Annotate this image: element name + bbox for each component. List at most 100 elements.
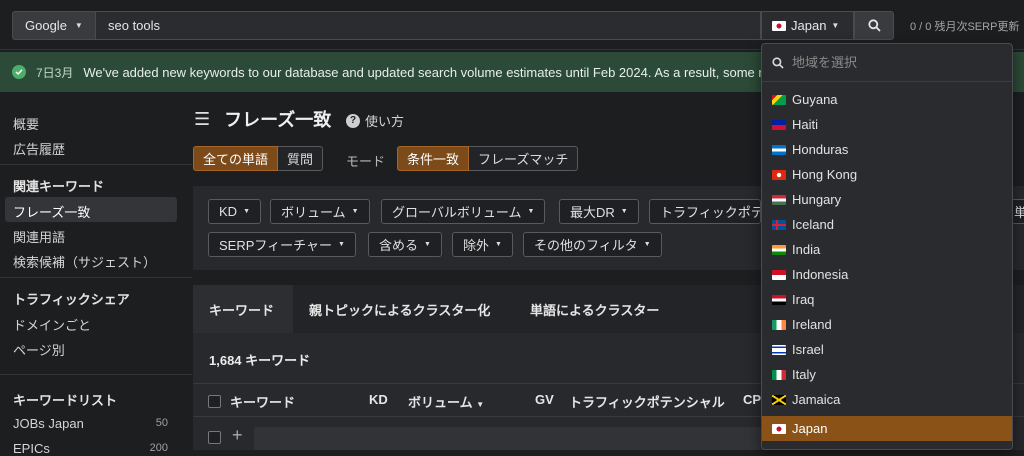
chevron-down-icon: ▼ — [243, 208, 250, 215]
filter-more-button[interactable]: その他のフィルタ ▼ — [523, 232, 662, 257]
keyword-search-input[interactable] — [96, 11, 761, 40]
country-option-label: Italy — [792, 367, 816, 382]
country-option-label: Haiti — [792, 117, 819, 132]
search-icon — [772, 56, 784, 69]
country-option-label: Iceland — [792, 217, 834, 232]
select-all-checkbox[interactable] — [208, 395, 221, 408]
column-kd[interactable]: KD — [369, 392, 388, 407]
country-option-label: India — [792, 242, 821, 257]
question-circle-icon: ? — [346, 113, 360, 128]
country-select[interactable]: Japan ▼ — [761, 11, 854, 40]
sidebar-item-by-page[interactable]: ページ別 — [13, 340, 65, 359]
sidebar-item-overview[interactable]: 概要 — [13, 114, 39, 133]
sidebar-item-related-terms[interactable]: 関連用語 — [13, 227, 65, 246]
filter-traffic-potential-button[interactable]: トラフィックポテンシャル — [649, 199, 761, 224]
column-volume[interactable]: ボリューム ▼ — [408, 392, 484, 411]
filter-label: 最大DR — [570, 205, 615, 220]
sidebar-item-ad-history[interactable]: 広告履歴 — [13, 139, 65, 158]
column-cpc[interactable]: CP — [743, 392, 761, 407]
row-checkbox[interactable] — [208, 431, 221, 444]
page-title: フレーズ一致 — [224, 110, 332, 130]
iraq-flag-icon — [772, 294, 786, 305]
israel-flag-icon — [772, 344, 786, 355]
country-option-iraq[interactable]: Iraq — [762, 287, 1012, 312]
filter-label: 除外 — [463, 238, 490, 253]
sidebar-divider — [0, 374, 192, 375]
filter-include-button[interactable]: 含める ▼ — [368, 232, 442, 257]
country-search-input[interactable] — [792, 55, 992, 70]
list-count: 50 — [155, 417, 168, 429]
sidebar-item-list-epics[interactable]: EPICs — [13, 441, 50, 456]
country-option-ireland[interactable]: Ireland — [762, 312, 1012, 337]
filter-label: 単 — [1014, 202, 1024, 221]
list-count: 200 — [149, 442, 168, 454]
mode-phrase-match[interactable]: フレーズマッチ — [469, 146, 579, 171]
sidebar-item-suggestions[interactable]: 検索候補（サジェスト） — [13, 252, 156, 271]
sidebar-section-traffic-share: トラフィックシェア — [13, 292, 130, 307]
tab-parent-topic-clusters[interactable]: 親トピックによるクラスター化 — [309, 285, 490, 333]
india-flag-icon — [772, 244, 786, 255]
how-to-link[interactable]: ? 使い方 — [346, 111, 404, 130]
column-gv[interactable]: GV — [535, 392, 554, 407]
chevron-down-icon: ▼ — [527, 208, 535, 215]
filter-kd-button[interactable]: KD ▼ — [208, 199, 261, 224]
filter-exclude-button[interactable]: 除外 ▼ — [452, 232, 513, 257]
country-option-jamaica[interactable]: Jamaica — [762, 387, 1012, 412]
column-traffic-potential[interactable]: トラフィックポテンシャル — [569, 392, 725, 411]
chevron-down-icon: ▼ — [495, 241, 502, 248]
sidebar-item-phrase-match[interactable]: フレーズ一致 — [13, 202, 90, 221]
honduras-flag-icon — [772, 144, 786, 155]
search-button[interactable] — [854, 11, 894, 40]
filter-global-volume-button[interactable]: グローバルボリューム ▼ — [381, 199, 546, 224]
country-option-label: Iraq — [792, 292, 815, 307]
filter-max-dr-button[interactable]: 最大DR ▼ — [559, 199, 639, 224]
country-option-iceland[interactable]: Iceland — [762, 212, 1012, 237]
add-icon[interactable]: + — [232, 425, 243, 446]
country-option-guyana[interactable]: Guyana — [762, 87, 1012, 112]
search-engine-label: Google — [25, 18, 67, 33]
country-option-label: Ireland — [792, 317, 832, 332]
country-option-label: Guyana — [792, 92, 838, 107]
add-keyword-input[interactable] — [254, 427, 784, 450]
sidebar-section-related-keywords: 関連キーワード — [13, 179, 105, 194]
country-option-label: Hungary — [792, 192, 842, 207]
country-option-indonesia[interactable]: Indonesia — [762, 262, 1012, 287]
country-option-israel[interactable]: Israel — [762, 337, 1012, 362]
sidebar-item-by-domain[interactable]: ドメインごと — [13, 315, 91, 334]
mode-label: モード — [346, 154, 386, 169]
chevron-down-icon: ▼ — [831, 21, 840, 30]
country-option-hungary[interactable]: Hungary — [762, 187, 1012, 212]
country-option-india[interactable]: India — [762, 237, 1012, 262]
italy-flag-icon — [772, 369, 786, 380]
country-option-label: Israel — [792, 342, 824, 357]
word-filter-toggle: 全ての単語 質問 — [193, 146, 324, 171]
country-option-italy[interactable]: Italy — [762, 362, 1012, 387]
filter-serp-features-button[interactable]: SERPフィーチャー ▼ — [208, 232, 356, 257]
iceland-flag-icon — [772, 219, 786, 230]
country-option-hong-kong[interactable]: Hong Kong — [762, 162, 1012, 187]
column-keyword[interactable]: キーワード — [230, 392, 295, 411]
filter-all-words[interactable]: 全ての単語 — [193, 146, 279, 171]
ireland-flag-icon — [772, 319, 786, 330]
country-option-haiti[interactable]: Haiti — [762, 112, 1012, 137]
mode-exact-match[interactable]: 条件一致 — [397, 146, 470, 171]
tab-keywords[interactable]: キーワード — [193, 285, 293, 333]
country-option-label: Hong Kong — [792, 167, 858, 182]
sidebar-item-list-jobs-japan[interactable]: JOBs Japan — [13, 416, 84, 431]
country-option-japan[interactable]: Japan — [762, 416, 1012, 441]
search-engine-select[interactable]: Google ▼ — [12, 11, 96, 40]
country-search — [762, 44, 1012, 82]
chevron-down-icon: ▼ — [424, 241, 431, 248]
filter-volume-button[interactable]: ボリューム ▼ — [270, 199, 370, 224]
notice-date: 7日3月 — [36, 65, 74, 80]
filter-label: トラフィックポテンシャル — [660, 205, 760, 220]
chevron-down-icon: ▼ — [351, 208, 359, 215]
menu-icon[interactable]: ☰ — [194, 109, 210, 130]
sidebar-section-keyword-lists: キーワードリスト — [13, 393, 118, 408]
country-option-honduras[interactable]: Honduras — [762, 137, 1012, 162]
check-circle-icon — [12, 65, 26, 79]
tab-word-clusters[interactable]: 単語によるクラスター — [530, 285, 659, 333]
column-volume-label: ボリューム — [408, 395, 473, 410]
filter-questions[interactable]: 質問 — [278, 146, 324, 171]
filter-label: その他のフィルタ — [534, 238, 638, 253]
